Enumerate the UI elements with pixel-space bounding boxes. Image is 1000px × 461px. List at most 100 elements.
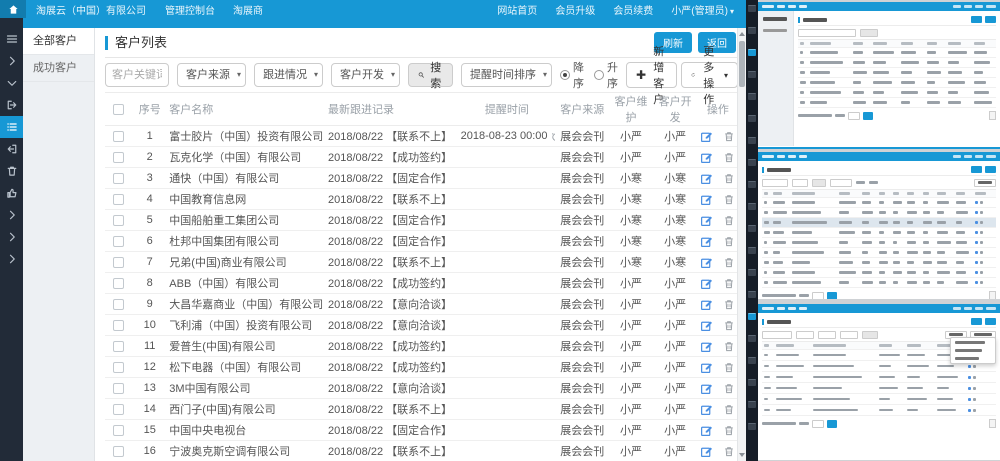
preview-window-3[interactable] [758,304,1000,460]
table-row[interactable]: 8 ABB（中国）有限公司 2018/08/22 【成功签约】 展会会刊 小严 … [105,273,738,294]
company-brand[interactable]: 淘展云（中国）有限公司 [26,2,156,17]
row-checkbox[interactable] [113,215,124,226]
row-checkbox[interactable] [113,362,124,373]
rail-thumbs-up-button[interactable] [0,182,23,204]
table-row[interactable]: 7 兄弟(中国)商业有限公司 2018/08/22 【联系不上】 展会会刊 小寒… [105,252,738,273]
trash-icon[interactable] [723,298,735,311]
taskbar-window-icon[interactable] [748,71,756,78]
keyword-input[interactable] [105,63,169,87]
taskbar-window-icon[interactable] [748,379,756,386]
table-row[interactable]: 9 大昌华嘉商业（中国）有限公司 2018/08/22 【意向洽谈】 展会会刊 … [105,294,738,315]
remind-sort-select[interactable]: 提醒时间排序▾ [461,63,552,87]
table-row[interactable]: 6 杜邦中国集团有限公司 2018/08/22 【固定合作】 展会会刊 小寒 小… [105,231,738,252]
table-row[interactable]: 16 宁波奥克斯空调有限公司 2018/08/22 【联系不上】 展会会刊 小严… [105,441,738,461]
table-row[interactable]: 4 中国教育信息网 2018/08/22 【联系不上】 展会会刊 小寒 小寒 [105,189,738,210]
row-checkbox[interactable] [113,194,124,205]
edit-icon[interactable] [700,340,713,353]
table-row[interactable]: 2 瓦克化学（中国）有限公司 2018/08/22 【成功签约】 展会会刊 小严… [105,147,738,168]
taskbar-window-icon[interactable] [748,181,756,188]
sort-asc-radio[interactable]: 升序 [594,59,618,91]
nav-console[interactable]: 管理控制台 [156,2,224,17]
rail-chevron-right-button[interactable] [0,50,23,72]
edit-icon[interactable] [700,382,713,395]
row-checkbox[interactable] [113,299,124,310]
row-checkbox[interactable] [113,320,124,331]
trash-icon[interactable] [723,277,735,290]
edit-icon[interactable] [700,151,713,164]
row-checkbox[interactable] [113,341,124,352]
trash-icon[interactable] [723,193,735,206]
row-checkbox[interactable] [113,278,124,289]
rail-chevron-down-button[interactable] [0,72,23,94]
trash-icon[interactable] [723,403,735,416]
taskbar-window-icon[interactable] [748,401,756,408]
edit-icon[interactable] [700,445,713,458]
edit-icon[interactable] [700,361,713,374]
rail-sign-in-button[interactable] [0,94,23,116]
rail-sign-out-button[interactable] [0,138,23,160]
table-row[interactable]: 15 中国中央电视台 2018/08/22 【固定合作】 展会会刊 小严 小严 [105,420,738,441]
edit-icon[interactable] [700,298,713,311]
scroll-up-arrow-icon[interactable] [739,32,745,36]
taskbar-window-icon[interactable] [748,115,756,122]
taskbar-window-icon[interactable] [748,159,756,166]
row-checkbox[interactable] [113,383,124,394]
select-all-checkbox[interactable] [113,104,124,115]
table-row[interactable]: 12 松下电器（中国）有限公司 2018/08/22 【成功签约】 展会会刊 小… [105,357,738,378]
trash-icon[interactable] [723,424,735,437]
trash-icon[interactable] [723,172,735,185]
taskbar-window-icon[interactable] [748,225,756,232]
taskbar-window-icon[interactable] [748,137,756,144]
edit-icon[interactable] [700,424,713,437]
table-row[interactable]: 1 富士胶片（中国）投资有限公司 2018/08/22 【联系不上】 2018-… [105,126,738,147]
developer-select[interactable]: 客户开发▾ [331,63,400,87]
rail-menu-button[interactable] [0,28,23,50]
sidebar-item-success-customers[interactable]: 成功客户 [23,55,94,82]
edit-icon[interactable] [700,172,713,185]
trash-icon[interactable] [723,319,735,332]
edit-icon[interactable] [700,256,713,269]
taskbar-window-icon[interactable] [748,335,756,342]
add-customer-button[interactable]: ✚新增客户 [626,62,677,88]
trash-icon[interactable] [723,340,735,353]
edit-icon[interactable] [700,403,713,416]
table-row[interactable]: 3 通快（中国）有限公司 2018/08/22 【固定合作】 展会会刊 小寒 小… [105,168,738,189]
scrollbar-thumb[interactable] [739,41,745,87]
sort-desc-radio[interactable]: 降序 [560,59,584,91]
edit-icon[interactable] [700,130,713,143]
nav-site-home[interactable]: 网站首页 [488,2,546,17]
scroll-down-arrow-icon[interactable] [739,453,745,457]
row-checkbox[interactable] [113,257,124,268]
home-button[interactable] [0,0,26,18]
trash-icon[interactable] [723,130,735,143]
edit-icon[interactable] [700,319,713,332]
preview-window-1[interactable] [758,2,1000,149]
table-row[interactable]: 10 飞利浦（中国）投资有限公司 2018/08/22 【意向洽谈】 展会会刊 … [105,315,738,336]
taskbar-window-icon[interactable] [748,357,756,364]
search-button[interactable]: 搜索 [408,63,453,87]
table-row[interactable]: 14 西门子(中国)有限公司 2018/08/22 【联系不上】 展会会刊 小严… [105,399,738,420]
row-checkbox[interactable] [113,404,124,415]
sidebar-item-all-customers[interactable]: 全部客户 [23,28,94,55]
taskbar-window-icon[interactable] [748,49,756,56]
taskbar-window-icon[interactable] [748,313,756,320]
taskbar-window-icon[interactable] [748,203,756,210]
trash-icon[interactable] [723,256,735,269]
edit-icon[interactable] [700,214,713,227]
taskbar-window-icon[interactable] [748,247,756,254]
trash-icon[interactable] [723,235,735,248]
more-actions-button[interactable]: 更多操作▾ [681,62,738,88]
nav-taozhanshang[interactable]: 淘展商 [224,2,272,17]
row-checkbox[interactable] [113,152,124,163]
row-checkbox[interactable] [113,173,124,184]
trash-icon[interactable] [723,361,735,374]
trash-icon[interactable] [723,445,735,458]
edit-icon[interactable] [700,277,713,290]
row-checkbox[interactable] [113,236,124,247]
taskbar-window-icon[interactable] [748,423,756,430]
taskbar-window-icon[interactable] [748,5,756,12]
nav-member-renew[interactable]: 会员续费 [604,2,662,17]
row-checkbox[interactable] [113,425,124,436]
taskbar-window-icon[interactable] [748,27,756,34]
row-checkbox[interactable] [113,131,124,142]
